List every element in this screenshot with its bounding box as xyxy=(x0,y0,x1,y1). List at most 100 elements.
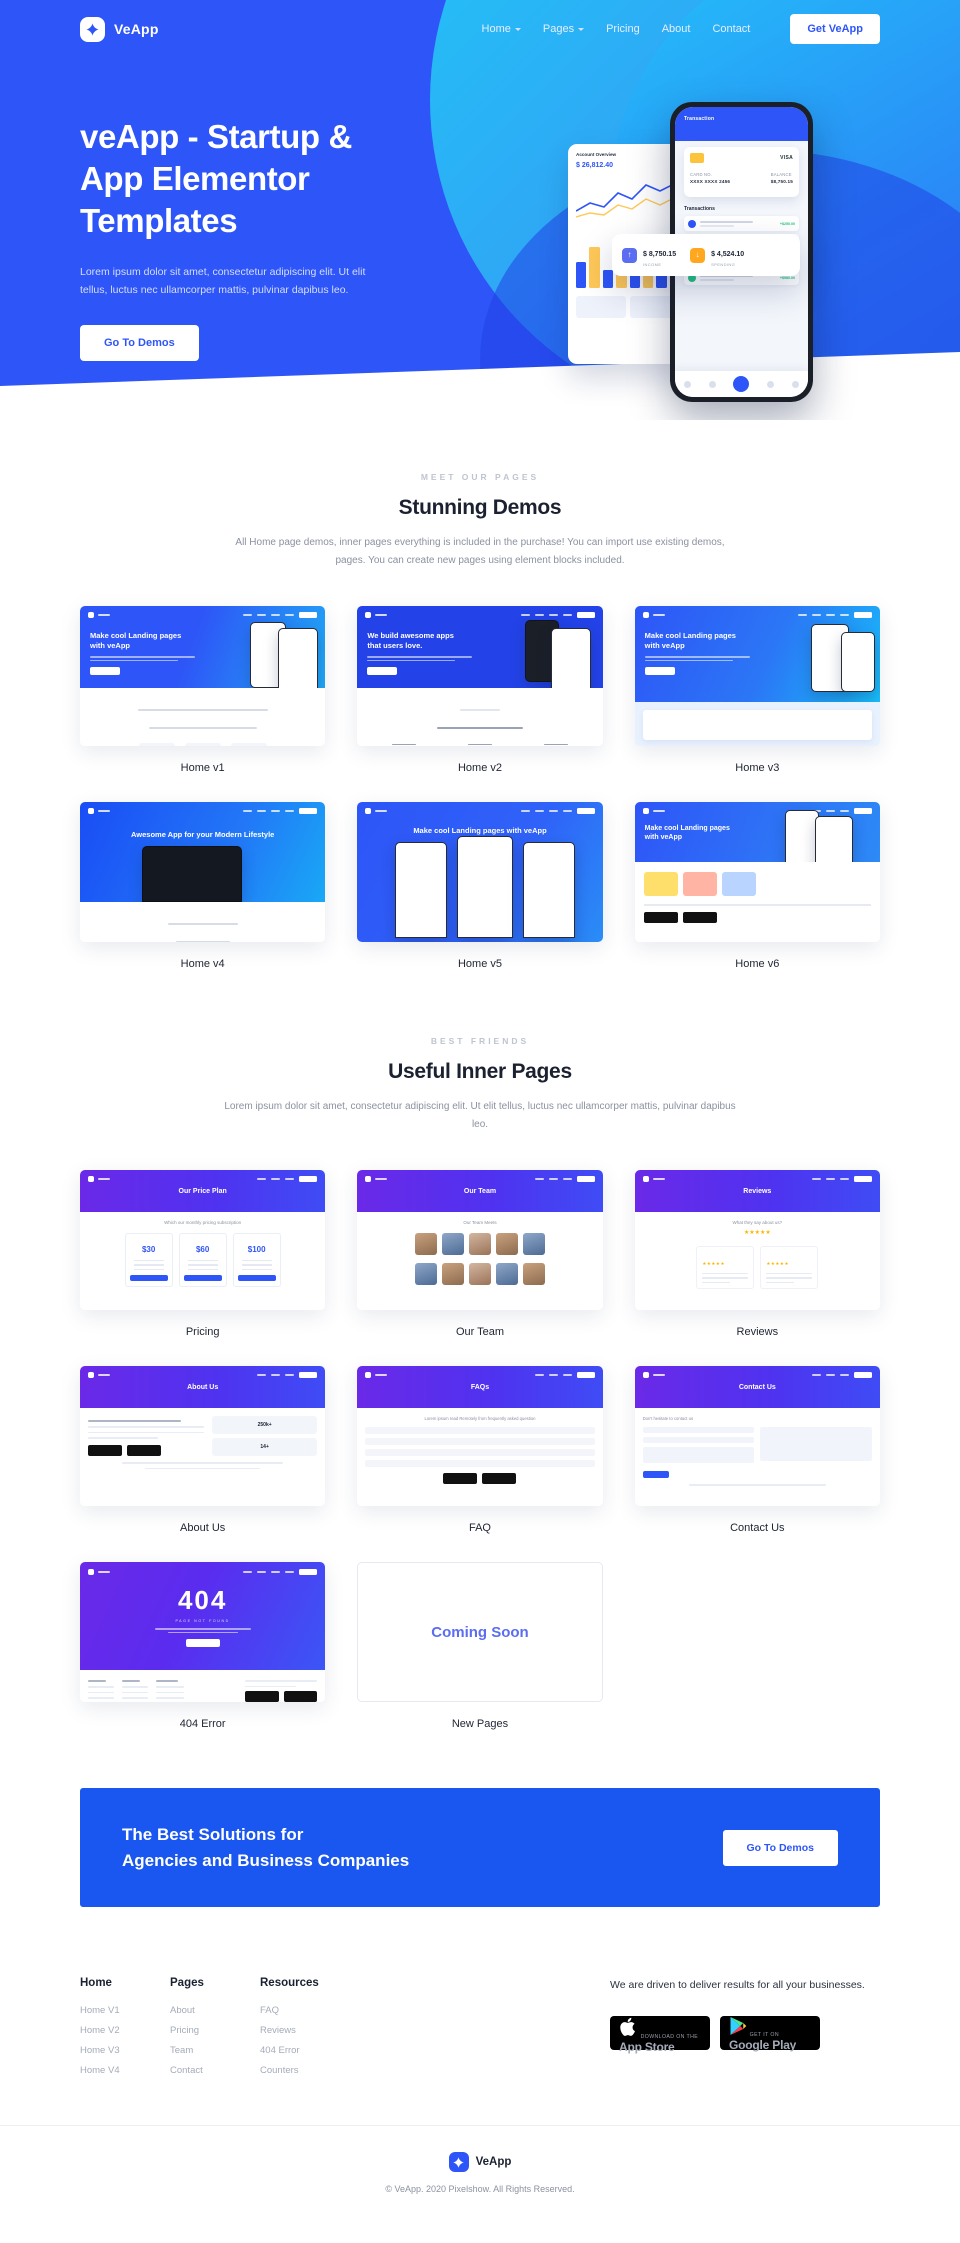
hero-go-to-demos-button[interactable]: Go To Demos xyxy=(80,325,199,362)
cta-banner: The Best Solutions for Agencies and Busi… xyxy=(80,1788,880,1907)
inner-card-new-pages[interactable]: Coming Soon New Pages xyxy=(357,1562,603,1730)
review-card: ★★★★★ xyxy=(760,1246,819,1290)
avatar xyxy=(468,1233,491,1255)
footer-link[interactable]: Home V1 xyxy=(80,2005,170,2016)
footer-link[interactable]: Reviews xyxy=(260,2025,350,2036)
google-play-badge[interactable]: GET IT ON Google Play xyxy=(720,2015,820,2051)
app-store-badge-main: App Store xyxy=(619,2039,675,2054)
demo-card-home-v6[interactable]: Make cool Landing pages with veApp Home … xyxy=(634,802,880,970)
feature-item xyxy=(455,742,505,746)
inner-card-pricing[interactable]: Our Price Plan Which our monthly pricing… xyxy=(80,1170,326,1338)
demo-card-home-v3[interactable]: Make cool Landing pages with veApp Home … xyxy=(634,606,880,774)
nav-item-about[interactable]: About xyxy=(662,23,691,35)
star-badge-icon xyxy=(448,2152,469,2172)
footer-link[interactable]: Contact xyxy=(170,2065,260,2076)
demo-thumbnail[interactable]: Awesome App for your Modern Lifestyle 25… xyxy=(80,802,326,942)
demo-thumbnail[interactable]: Make cool Landing pages with veApp xyxy=(357,802,603,942)
avatar xyxy=(495,1233,518,1255)
demo-card-home-v1[interactable]: Make cool Landing pages with veApp 2 xyxy=(80,606,326,774)
card-balance: $8,750.15 xyxy=(770,179,793,184)
demo-card-home-v4[interactable]: Awesome App for your Modern Lifestyle 25… xyxy=(80,802,326,970)
back-home-button xyxy=(185,1639,220,1648)
app-store-badge[interactable]: Download on the App Store xyxy=(610,2015,710,2053)
inner-thumbnail[interactable]: Our Team Our Team Meets xyxy=(357,1170,603,1310)
footer-link[interactable]: 404 Error xyxy=(260,2045,350,2056)
mini-logo-icon xyxy=(365,808,372,814)
demo-headline: Make cool Landing pages with veApp xyxy=(644,631,736,651)
google-play-badge-icon xyxy=(482,1473,517,1484)
chevron-down-icon xyxy=(578,27,585,31)
star-badge-icon xyxy=(80,16,105,42)
star-rating-icon: ★★★★★ xyxy=(743,1230,771,1236)
inner-thumbnail[interactable]: Reviews What they say about us? ★★★★★ ★★… xyxy=(634,1170,880,1310)
inner-card-contact-us[interactable]: Contact Us Don't hesitate to contact us xyxy=(634,1366,880,1534)
demo-thumbnail[interactable]: We build awesome apps that users love. xyxy=(357,606,603,746)
faq-list xyxy=(365,1427,595,1467)
demo-card-home-v2[interactable]: We build awesome apps that users love. H… xyxy=(357,606,603,774)
inner-thumbnail[interactable]: 404 PAGE NOT FOUND xyxy=(80,1562,326,1702)
demo-thumbnail[interactable]: Make cool Landing pages with veApp xyxy=(634,606,880,746)
stats-row: 250k+ 100k+ 14+ xyxy=(80,743,325,746)
hero-chart-footer xyxy=(576,296,680,318)
google-play-badge-icon xyxy=(283,1691,318,1702)
brand-logo[interactable]: VeApp xyxy=(80,16,159,42)
footer-link[interactable]: About xyxy=(170,2005,260,2016)
nav-item-home-label: Home xyxy=(481,23,511,35)
footer-link[interactable]: Home V4 xyxy=(80,2065,170,2076)
inner-card-our-team[interactable]: Our Team Our Team Meets Our Team xyxy=(357,1170,603,1338)
inner-card-404-error[interactable]: 404 PAGE NOT FOUND 404 Error xyxy=(80,1562,326,1730)
card-number: XXXX XXXX 2456 xyxy=(690,179,731,184)
app-store-badge-icon xyxy=(88,1444,122,1456)
demo-headline: We build awesome apps that users love. xyxy=(367,631,454,651)
hero-phone-mockup: Account Overview $ 26,812.40 Transaction… xyxy=(560,92,890,420)
about-stats: 250k+ 14+ xyxy=(211,1416,318,1456)
inner-page-header: Our Price Plan xyxy=(178,1187,227,1195)
nav-dot-icon xyxy=(767,380,775,388)
footer-link[interactable]: Home V3 xyxy=(80,2045,170,2056)
nav-item-pricing[interactable]: Pricing xyxy=(606,23,640,35)
nav-item-contact[interactable]: Contact xyxy=(712,23,750,35)
price-tier: $60 xyxy=(178,1233,227,1288)
faq-subtitle: Lorem ipsum read Remotely from frequentl… xyxy=(424,1416,536,1421)
income-value: $ 8,750.15 xyxy=(643,251,677,258)
avatar xyxy=(441,1263,464,1285)
mini-logo-icon xyxy=(88,808,94,814)
demo-card-home-v5[interactable]: Make cool Landing pages with veApp Home … xyxy=(357,802,603,970)
nav-item-pages[interactable]: Pages xyxy=(543,23,585,35)
footer-brand-name: VeApp xyxy=(475,2156,512,2168)
footer-link[interactable]: Counters xyxy=(260,2065,350,2076)
inner-thumbnail[interactable]: Contact Us Don't hesitate to contact us xyxy=(634,1366,880,1506)
inner-card-label: 404 Error xyxy=(179,1718,226,1730)
footer-link[interactable]: Team xyxy=(170,2045,260,2056)
inner-thumbnail[interactable]: About Us 250k+ 14+ xyxy=(80,1366,326,1506)
inner-card-about-us[interactable]: About Us 250k+ 14+ About Us xyxy=(80,1366,326,1534)
avatar xyxy=(441,1233,464,1255)
spending-label: SPENDING xyxy=(711,262,736,267)
nav-item-home[interactable]: Home xyxy=(482,23,521,35)
footer-link[interactable]: Pricing xyxy=(170,2025,260,2036)
footer-link[interactable]: FAQ xyxy=(260,2005,350,2016)
spending-value: $ 4,524.10 xyxy=(711,251,745,258)
footer-brand[interactable]: VeApp xyxy=(0,2152,960,2172)
inner-thumbnail[interactable]: Our Price Plan Which our monthly pricing… xyxy=(80,1170,326,1310)
cta-title: The Best Solutions for Agencies and Busi… xyxy=(122,1822,409,1873)
inner-page-header: Contact Us xyxy=(738,1383,776,1391)
app-store-badge-icon xyxy=(643,911,678,923)
pricing-subtitle: Which our monthly pricing subscription xyxy=(164,1220,242,1225)
mini-logo-icon xyxy=(642,808,649,814)
arrow-down-icon: ↓ xyxy=(690,247,706,263)
demo-headline: Awesome App for your Modern Lifestyle xyxy=(130,830,275,839)
inner-card-reviews[interactable]: Reviews What they say about us? ★★★★★ ★★… xyxy=(634,1170,880,1338)
footer-column-resources: Resources FAQ Reviews 404 Error Counters xyxy=(260,1977,350,2085)
footer-link[interactable]: Home V2 xyxy=(80,2025,170,2036)
inner-thumbnail[interactable]: FAQs Lorem ipsum read Remotely from freq… xyxy=(357,1366,603,1506)
demos-grid: Make cool Landing pages with veApp 2 xyxy=(80,606,880,970)
inner-card-faq[interactable]: FAQs Lorem ipsum read Remotely from freq… xyxy=(357,1366,603,1534)
hero-floating-stats-card: ↑ $ 8,750.15 INCOME ↓ $ 4,524.10 SPENDIN… xyxy=(612,234,800,276)
get-veapp-button[interactable]: Get VeApp xyxy=(790,14,880,44)
demo-thumbnail[interactable]: Make cool Landing pages with veApp xyxy=(634,802,880,942)
demo-thumbnail[interactable]: Make cool Landing pages with veApp 2 xyxy=(80,606,326,746)
chevron-down-icon xyxy=(514,27,521,31)
copyright-bar: VeApp © VeApp. 2020 Pixelshow. All Right… xyxy=(0,2125,960,2224)
cta-go-to-demos-button[interactable]: Go To Demos xyxy=(722,1829,838,1866)
